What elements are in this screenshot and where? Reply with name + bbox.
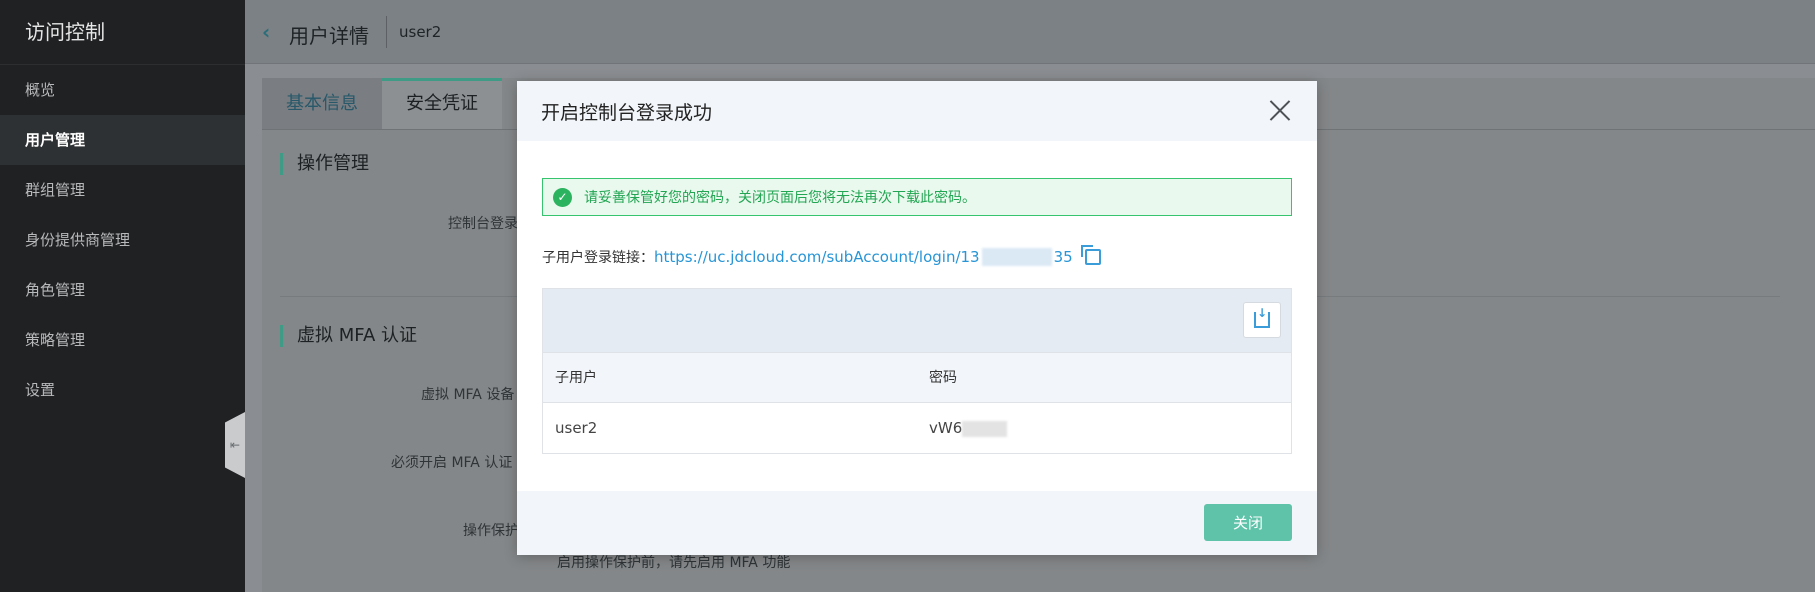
page-header — [245, 0, 1815, 64]
redacted-block — [981, 248, 1052, 267]
back-arrow-icon[interactable]: ‹ — [262, 20, 270, 44]
sidebar-title: 访问控制 — [0, 0, 245, 65]
sidebar: 访问控制 概览 用户管理 群组管理 身份提供商管理 角色管理 策略管理 设置 — [0, 0, 245, 592]
sidebar-item-overview[interactable]: 概览 — [0, 65, 245, 115]
sidebar-item-policies[interactable]: 策略管理 — [0, 315, 245, 365]
header-divider — [386, 16, 387, 48]
mfa-hint-text: 启用操作保护前，请先启用 MFA 功能 — [557, 555, 791, 571]
column-header-subuser: 子用户 — [555, 370, 597, 386]
success-alert: ✓ 请妥善保管好您的密码，关闭页面后您将无法再次下载此密码。 — [542, 178, 1292, 216]
sidebar-item-identity-providers[interactable]: 身份提供商管理 — [0, 215, 245, 265]
table-toolbar — [543, 289, 1291, 353]
section-title-operation: 操作管理 — [280, 153, 369, 175]
label-console-login: 控制台登录 — [448, 216, 518, 232]
cell-subuser: user2 — [555, 419, 598, 437]
login-link-prefix: https://uc.jdcloud.com/subAccount/login/… — [654, 247, 980, 266]
label-operation-protection: 操作保护 — [463, 523, 519, 539]
sidebar-item-groups[interactable]: 群组管理 — [0, 165, 245, 215]
section-title-mfa: 虚拟 MFA 认证 — [280, 325, 417, 347]
collapse-icon: ⇤ — [229, 438, 241, 452]
login-link-row: 子用户登录链接： https://uc.jdcloud.com/subAccou… — [542, 245, 1101, 267]
login-link-label: 子用户登录链接： — [542, 250, 654, 266]
dialog-footer: 关闭 — [517, 491, 1317, 555]
password-visible-part: vW6 — [929, 419, 963, 437]
download-button[interactable] — [1243, 302, 1281, 338]
success-dialog: 开启控制台登录成功 ✓ 请妥善保管好您的密码，关闭页面后您将无法再次下载此密码。… — [517, 81, 1317, 555]
label-mfa-device: 虚拟 MFA 设备 — [421, 387, 515, 403]
cell-password: vW6 — [917, 403, 1291, 453]
label-require-mfa: 必须开启 MFA 认证 — [391, 455, 513, 471]
download-icon — [1254, 306, 1270, 328]
sidebar-collapse-button[interactable]: ⇤ — [225, 412, 245, 478]
close-icon[interactable] — [1265, 95, 1295, 125]
column-header-password: 密码 — [929, 370, 957, 386]
table-row: user2 vW6 — [543, 403, 1291, 453]
redacted-block — [962, 420, 1008, 437]
login-link-suffix: 35 — [1053, 247, 1073, 266]
close-button[interactable]: 关闭 — [1204, 504, 1292, 541]
tab-basic-info[interactable]: 基本信息 — [262, 78, 382, 130]
table-header: 子用户 密码 — [543, 353, 1291, 403]
check-circle-icon: ✓ — [553, 187, 572, 207]
alert-message: 请妥善保管好您的密码，关闭页面后您将无法再次下载此密码。 — [584, 190, 976, 206]
sidebar-item-settings[interactable]: 设置 — [0, 365, 245, 415]
copy-icon[interactable] — [1080, 245, 1101, 265]
sidebar-item-users[interactable]: 用户管理 — [0, 115, 245, 165]
credentials-table: 子用户 密码 user2 vW6 — [542, 288, 1292, 454]
login-link-url[interactable]: https://uc.jdcloud.com/subAccount/login/… — [654, 248, 1073, 267]
page-subtitle-user: user2 — [399, 23, 442, 41]
sidebar-item-roles[interactable]: 角色管理 — [0, 265, 245, 315]
tab-security-credentials[interactable]: 安全凭证 — [382, 78, 502, 130]
tab-bar: 基本信息 安全凭证 — [262, 78, 502, 130]
dialog-title: 开启控制台登录成功 — [541, 102, 713, 124]
dialog-header: 开启控制台登录成功 — [517, 81, 1317, 141]
page-title: 用户详情 — [289, 24, 369, 48]
